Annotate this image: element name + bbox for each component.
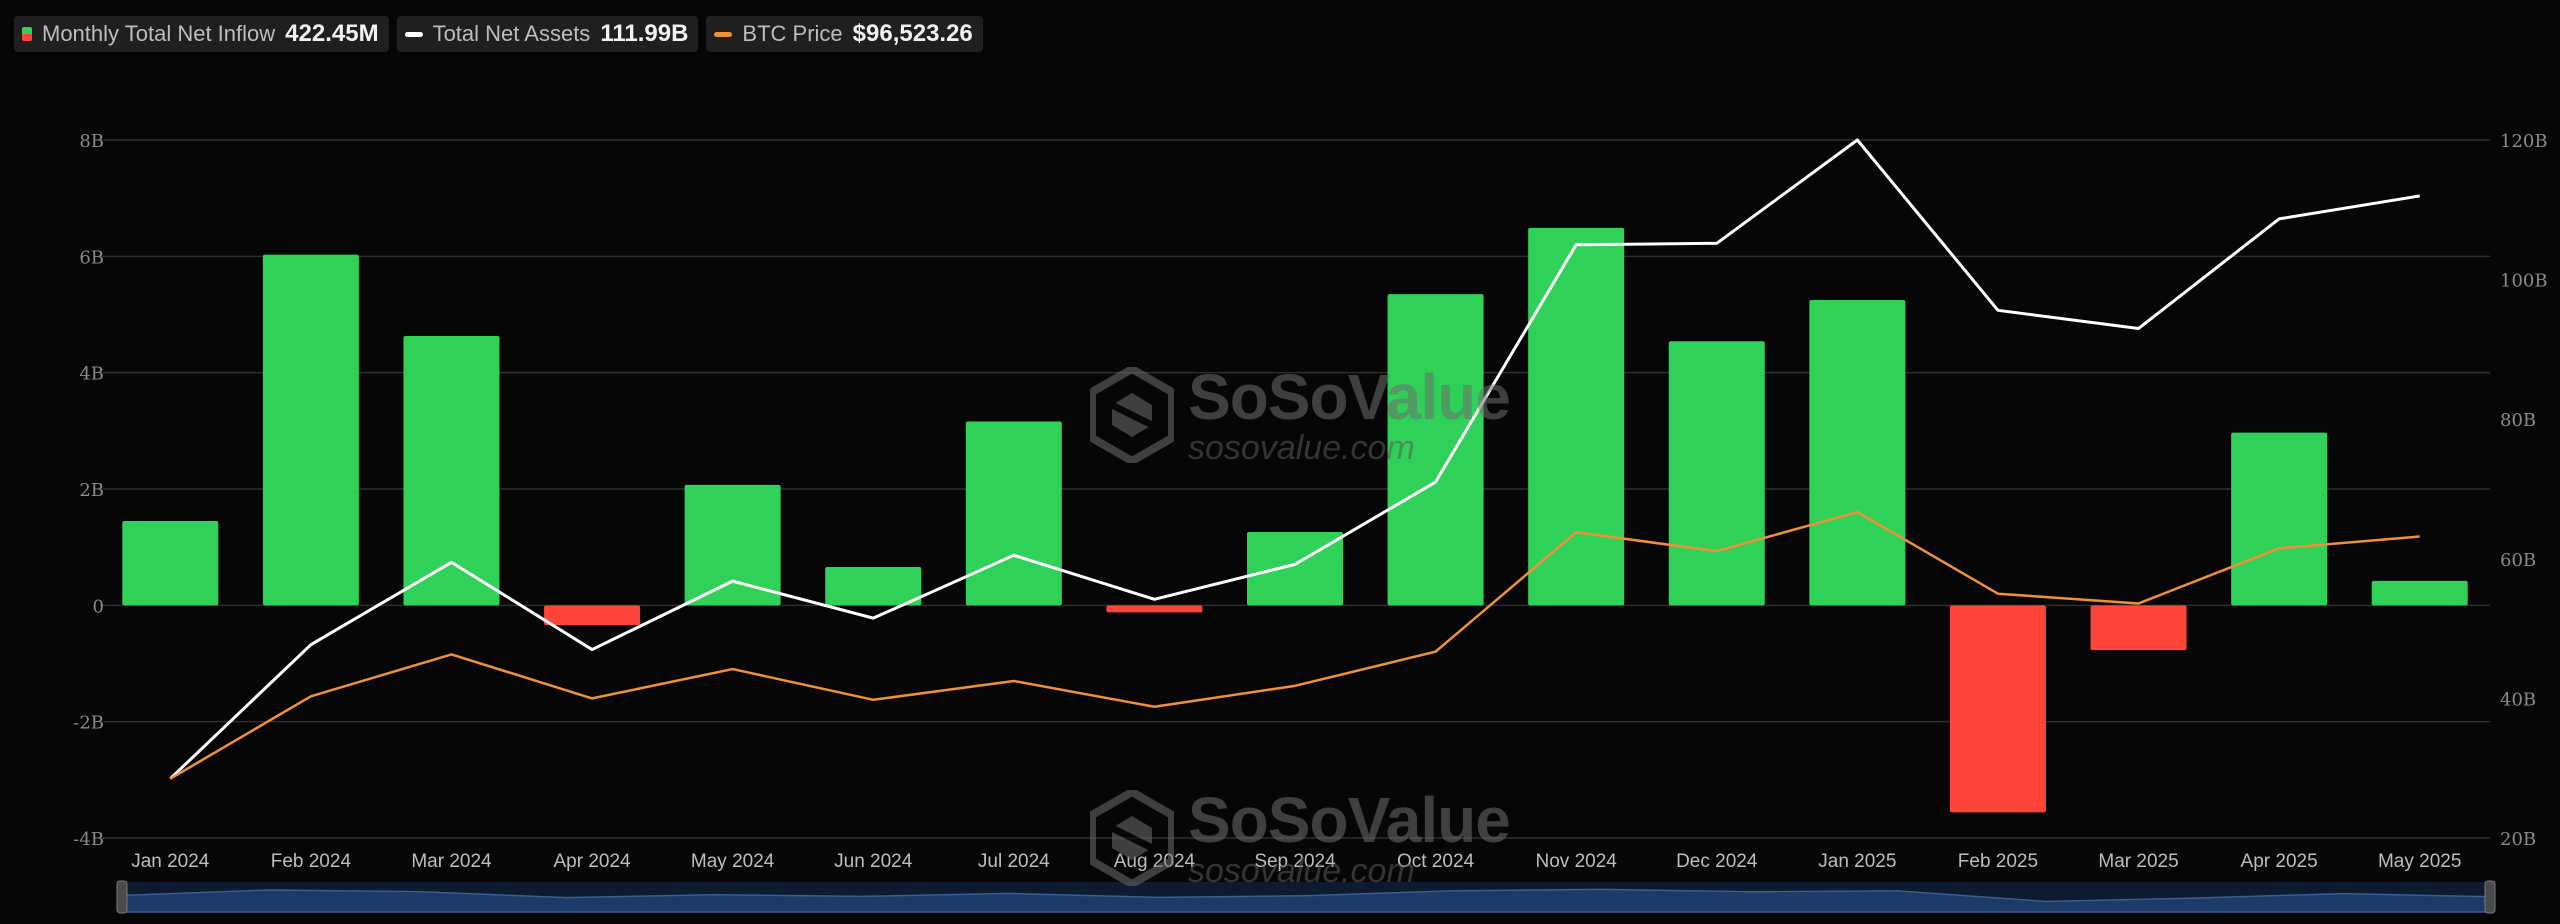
x-tick-label: Mar 2024 bbox=[411, 851, 492, 872]
watermark-bottom: SoSoValue sosovalue.com bbox=[1090, 784, 1511, 890]
line-swatch-icon bbox=[714, 31, 733, 37]
x-tick-label: Dec 2024 bbox=[1676, 851, 1758, 872]
legend-label: Monthly Total Net Inflow bbox=[42, 21, 276, 46]
y-right-tick-label: 60B bbox=[2500, 550, 2536, 571]
navigator-handle-right[interactable] bbox=[2484, 880, 2496, 914]
legend-value: 111.99B bbox=[600, 20, 689, 47]
watermark-brand: SoSoValue bbox=[1188, 361, 1511, 433]
legend-item-assets[interactable]: Total Net Assets 111.99B bbox=[396, 16, 699, 52]
bar-feb-2024[interactable] bbox=[262, 254, 359, 606]
x-tick-label: May 2025 bbox=[2378, 851, 2461, 872]
x-tick-label: Mar 2025 bbox=[2098, 851, 2178, 872]
x-tick-label: Jun 2024 bbox=[834, 851, 913, 872]
bar-jun-2024[interactable] bbox=[825, 566, 922, 606]
line-swatch-icon bbox=[404, 31, 423, 37]
y-left-tick-label: -2B bbox=[73, 713, 104, 734]
bar-aug-2024[interactable] bbox=[1106, 605, 1203, 613]
bars-layer bbox=[122, 227, 2468, 813]
x-tick-label: Feb 2025 bbox=[1958, 851, 2038, 872]
y-left-tick-label: 4B bbox=[79, 364, 104, 385]
y-left-tick-label: -4B bbox=[73, 829, 104, 850]
sosovalue-logo-icon bbox=[1090, 790, 1174, 886]
x-tick-label: Feb 2024 bbox=[271, 851, 352, 872]
y-right-tick-label: 40B bbox=[2500, 689, 2536, 710]
legend-label: BTC Price bbox=[742, 21, 843, 46]
legend: Monthly Total Net Inflow 422.45M Total N… bbox=[14, 16, 983, 52]
bar-mar-2024[interactable] bbox=[403, 336, 500, 606]
legend-label: Total Net Assets bbox=[432, 21, 591, 46]
bar-mar-2025[interactable] bbox=[2090, 605, 2187, 651]
x-tick-label: Nov 2024 bbox=[1536, 851, 1618, 872]
bar-dec-2024[interactable] bbox=[1668, 341, 1765, 606]
y-right-tick-label: 20B bbox=[2500, 829, 2536, 850]
x-tick-label: Apr 2024 bbox=[553, 851, 631, 872]
bar-apr-2025[interactable] bbox=[2231, 432, 2328, 606]
legend-value: $96,523.26 bbox=[852, 20, 973, 47]
bar-feb-2025[interactable] bbox=[1949, 605, 2046, 813]
legend-item-inflow[interactable]: Monthly Total Net Inflow 422.45M bbox=[14, 16, 389, 52]
bar-swatch-icon bbox=[22, 27, 32, 41]
y-left-tick-label: 0 bbox=[93, 596, 104, 617]
x-tick-label: May 2024 bbox=[691, 851, 775, 872]
legend-item-price[interactable]: BTC Price $96,523.26 bbox=[706, 16, 983, 52]
y-right-tick-label: 100B bbox=[2500, 271, 2548, 292]
bar-jan-2025[interactable] bbox=[1809, 299, 1906, 606]
x-tick-label: Jul 2024 bbox=[978, 851, 1050, 872]
sosovalue-logo-icon bbox=[1090, 367, 1174, 463]
watermark-brand: SoSoValue bbox=[1188, 784, 1511, 856]
bar-nov-2024[interactable] bbox=[1528, 227, 1625, 606]
bar-jul-2024[interactable] bbox=[965, 421, 1062, 606]
y-left-tick-label: 6B bbox=[79, 247, 104, 268]
bar-may-2025[interactable] bbox=[2371, 580, 2468, 606]
bar-jan-2024[interactable] bbox=[122, 520, 219, 606]
y-right-tick-label: 120B bbox=[2500, 131, 2548, 152]
y-left-tick-label: 8B bbox=[79, 131, 104, 152]
x-tick-label: Jan 2025 bbox=[1818, 851, 1896, 872]
x-tick-label: Apr 2025 bbox=[2241, 851, 2318, 872]
watermark-center: SoSoValue sosovalue.com bbox=[1090, 361, 1511, 467]
x-tick-label: Jan 2024 bbox=[131, 851, 210, 872]
watermark-url: sosovalue.com bbox=[1188, 852, 1415, 890]
y-left-tick-label: 2B bbox=[79, 480, 104, 501]
bar-may-2024[interactable] bbox=[684, 484, 781, 606]
legend-value: 422.45M bbox=[285, 20, 379, 47]
bar-apr-2024[interactable] bbox=[544, 605, 641, 626]
watermark-url: sosovalue.com bbox=[1188, 429, 1415, 467]
y-right-tick-label: 80B bbox=[2500, 410, 2536, 431]
navigator-handle-left[interactable] bbox=[116, 880, 128, 914]
